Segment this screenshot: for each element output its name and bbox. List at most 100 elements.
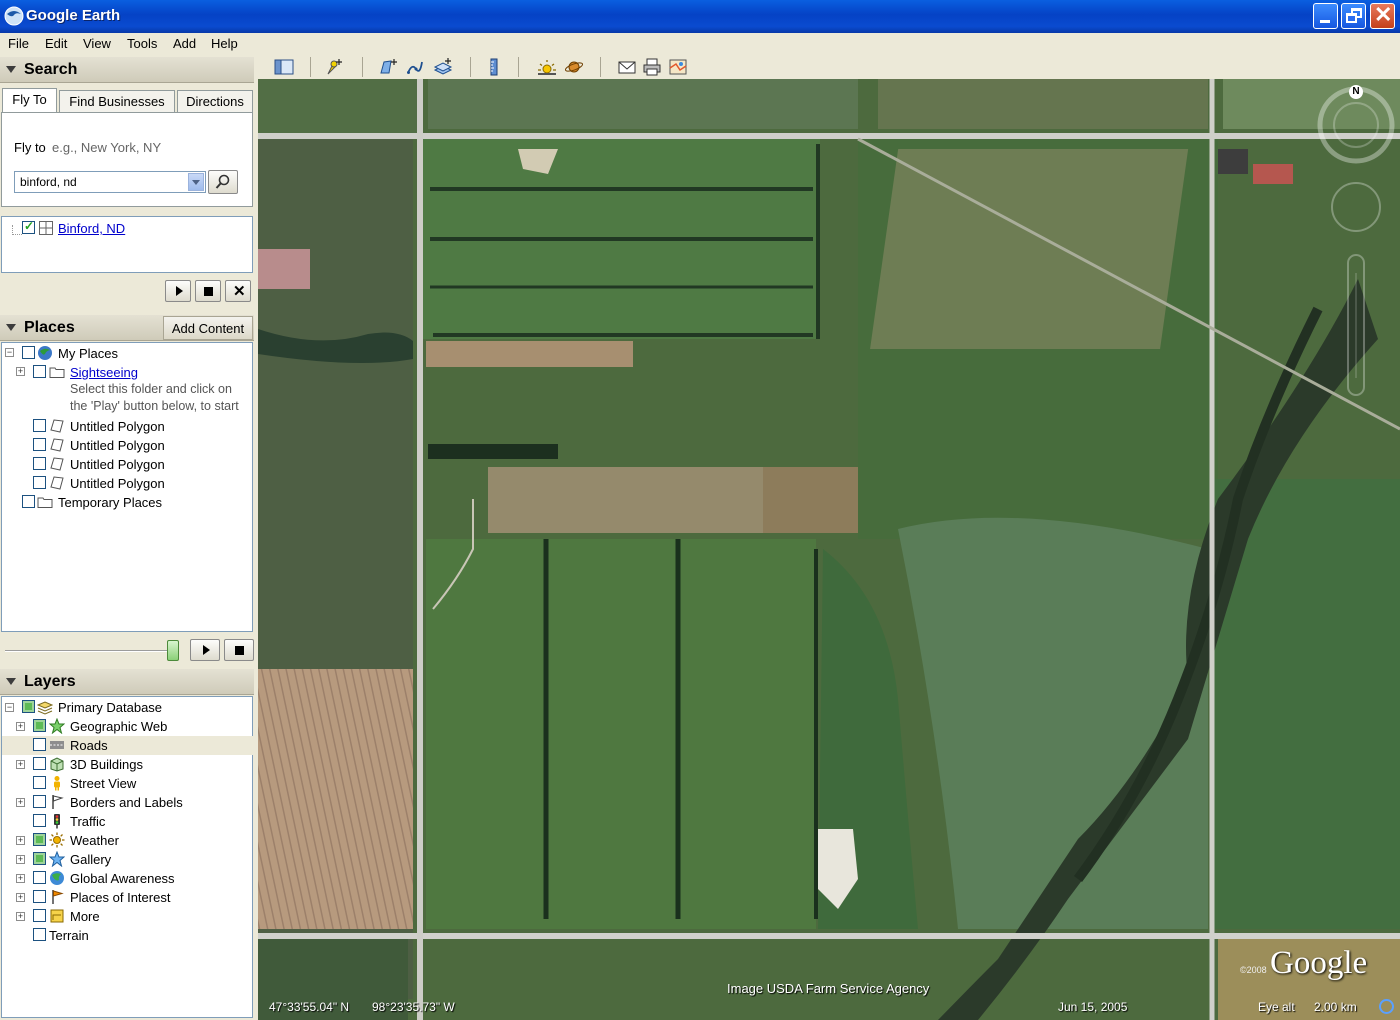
expander-my-places[interactable]: − bbox=[5, 348, 14, 357]
expander-primary-database[interactable]: − bbox=[5, 703, 14, 712]
checkbox-sightseeing[interactable] bbox=[33, 365, 46, 378]
checkbox-polygon-1[interactable] bbox=[33, 419, 46, 432]
layer-terrain[interactable]: Terrain bbox=[49, 928, 89, 947]
checkbox-3d-buildings[interactable] bbox=[33, 757, 46, 770]
layer-more[interactable]: More bbox=[70, 909, 100, 928]
layer-borders-labels[interactable]: Borders and Labels bbox=[70, 795, 183, 814]
search-results: Binford, ND bbox=[1, 216, 253, 273]
menu-help[interactable]: Help bbox=[211, 36, 238, 51]
places-stop-button[interactable] bbox=[224, 639, 254, 661]
add-polygon-icon[interactable] bbox=[378, 58, 398, 76]
print-icon[interactable] bbox=[642, 58, 662, 76]
checkbox-borders-labels[interactable] bbox=[33, 795, 46, 808]
expander-3d-buildings[interactable]: + bbox=[16, 760, 25, 769]
navigation-controls[interactable] bbox=[1314, 83, 1398, 403]
expander-sightseeing[interactable]: + bbox=[16, 367, 25, 376]
tour-slider-track[interactable] bbox=[5, 650, 175, 652]
places-tree: − My Places + Sightseeing Select this fo… bbox=[1, 342, 253, 632]
expander-borders-labels[interactable]: + bbox=[16, 798, 25, 807]
checkbox-traffic[interactable] bbox=[33, 814, 46, 827]
places-item-my-places[interactable]: My Places bbox=[58, 346, 118, 365]
search-panel-header[interactable]: Search bbox=[0, 57, 254, 83]
checkbox-street-view[interactable] bbox=[33, 776, 46, 789]
add-path-icon[interactable] bbox=[406, 58, 426, 76]
sunlight-icon[interactable] bbox=[537, 58, 557, 76]
places-panel-header[interactable]: Places Add Content bbox=[0, 315, 254, 341]
checkbox-primary-database[interactable] bbox=[22, 700, 35, 713]
dropdown-button[interactable] bbox=[188, 173, 204, 191]
places-item-temporary[interactable]: Temporary Places bbox=[58, 495, 162, 514]
checkbox-more[interactable] bbox=[33, 909, 46, 922]
more-icon bbox=[50, 909, 64, 923]
clear-results-button[interactable]: ✕ bbox=[225, 280, 251, 302]
expander-global-awareness[interactable]: + bbox=[16, 874, 25, 883]
add-content-button[interactable]: Add Content bbox=[163, 316, 253, 340]
layer-gallery[interactable]: Gallery bbox=[70, 852, 111, 871]
maximize-button[interactable] bbox=[1341, 3, 1366, 29]
expander-geographic-web[interactable]: + bbox=[16, 722, 25, 731]
places-item-polygon-4[interactable]: Untitled Polygon bbox=[70, 476, 165, 495]
compass-north-button[interactable]: N bbox=[1349, 85, 1363, 99]
menu-edit[interactable]: Edit bbox=[45, 36, 67, 51]
play-tour-button[interactable] bbox=[165, 280, 191, 302]
expander-more[interactable]: + bbox=[16, 912, 25, 921]
search-button[interactable] bbox=[208, 170, 238, 194]
layer-global-awareness[interactable]: Global Awareness bbox=[70, 871, 175, 890]
view-in-maps-icon[interactable] bbox=[668, 58, 688, 76]
imagery-date: Jun 15, 2005 bbox=[1058, 1000, 1128, 1014]
checkbox-global-awareness[interactable] bbox=[33, 871, 46, 884]
map-viewport[interactable]: N Google ©2008 47°33'55.04" N 98°23'35.7… bbox=[258, 79, 1400, 1020]
layer-primary-database[interactable]: Primary Database bbox=[58, 700, 162, 719]
checkbox-polygon-4[interactable] bbox=[33, 476, 46, 489]
stop-tour-button[interactable] bbox=[195, 280, 221, 302]
expander-weather[interactable]: + bbox=[16, 836, 25, 845]
satellite-imagery bbox=[258, 79, 1400, 1020]
layer-weather[interactable]: Weather bbox=[70, 833, 119, 852]
expander-gallery[interactable]: + bbox=[16, 855, 25, 864]
email-icon[interactable] bbox=[617, 58, 637, 76]
layer-places-of-interest[interactable]: Places of Interest bbox=[70, 890, 170, 909]
toolbar bbox=[258, 55, 1400, 79]
places-play-button[interactable] bbox=[190, 639, 220, 661]
layer-geographic-web[interactable]: Geographic Web bbox=[70, 719, 167, 738]
add-placemark-icon[interactable] bbox=[324, 58, 344, 76]
checkbox-polygon-2[interactable] bbox=[33, 438, 46, 451]
menu-tools[interactable]: Tools bbox=[127, 36, 157, 51]
places-item-polygon-1[interactable]: Untitled Polygon bbox=[70, 419, 165, 438]
menu-add[interactable]: Add bbox=[173, 36, 196, 51]
checkbox-places-of-interest[interactable] bbox=[33, 890, 46, 903]
expander-places-of-interest[interactable]: + bbox=[16, 893, 25, 902]
menu-view[interactable]: View bbox=[83, 36, 111, 51]
places-item-polygon-2[interactable]: Untitled Polygon bbox=[70, 438, 165, 457]
tab-fly-to[interactable]: Fly To bbox=[2, 88, 57, 113]
minimize-button[interactable] bbox=[1313, 3, 1338, 29]
collapse-icon bbox=[6, 678, 16, 685]
fly-to-input[interactable]: binford, nd bbox=[14, 171, 206, 193]
tab-directions[interactable]: Directions bbox=[177, 90, 253, 113]
tour-slider-thumb[interactable] bbox=[167, 640, 179, 661]
checkbox-temporary-places[interactable] bbox=[22, 495, 35, 508]
close-icon: ✕ bbox=[1374, 2, 1393, 27]
sidebar-toggle-icon[interactable] bbox=[274, 58, 294, 76]
planets-icon[interactable] bbox=[564, 58, 584, 76]
layer-street-view[interactable]: Street View bbox=[70, 776, 136, 795]
layer-3d-buildings[interactable]: 3D Buildings bbox=[70, 757, 143, 776]
checkbox-terrain[interactable] bbox=[33, 928, 46, 941]
add-image-overlay-icon[interactable] bbox=[433, 58, 453, 76]
checkbox-weather[interactable] bbox=[33, 833, 46, 846]
checkbox-polygon-3[interactable] bbox=[33, 457, 46, 470]
close-button[interactable]: ✕ bbox=[1370, 2, 1395, 29]
checkbox-roads[interactable] bbox=[33, 738, 46, 751]
checkbox-geographic-web[interactable] bbox=[33, 719, 46, 732]
layer-traffic[interactable]: Traffic bbox=[70, 814, 105, 833]
tab-find-businesses[interactable]: Find Businesses bbox=[59, 90, 175, 113]
ruler-icon[interactable] bbox=[484, 58, 504, 76]
result-checkbox[interactable] bbox=[22, 219, 35, 234]
places-item-polygon-3[interactable]: Untitled Polygon bbox=[70, 457, 165, 476]
layers-panel-header[interactable]: Layers bbox=[0, 669, 254, 695]
checkbox-gallery[interactable] bbox=[33, 852, 46, 865]
menu-file[interactable]: File bbox=[8, 36, 29, 51]
checkbox-my-places[interactable] bbox=[22, 346, 35, 359]
layer-roads[interactable]: Roads bbox=[70, 738, 108, 757]
result-link-binford[interactable]: Binford, ND bbox=[58, 221, 125, 236]
